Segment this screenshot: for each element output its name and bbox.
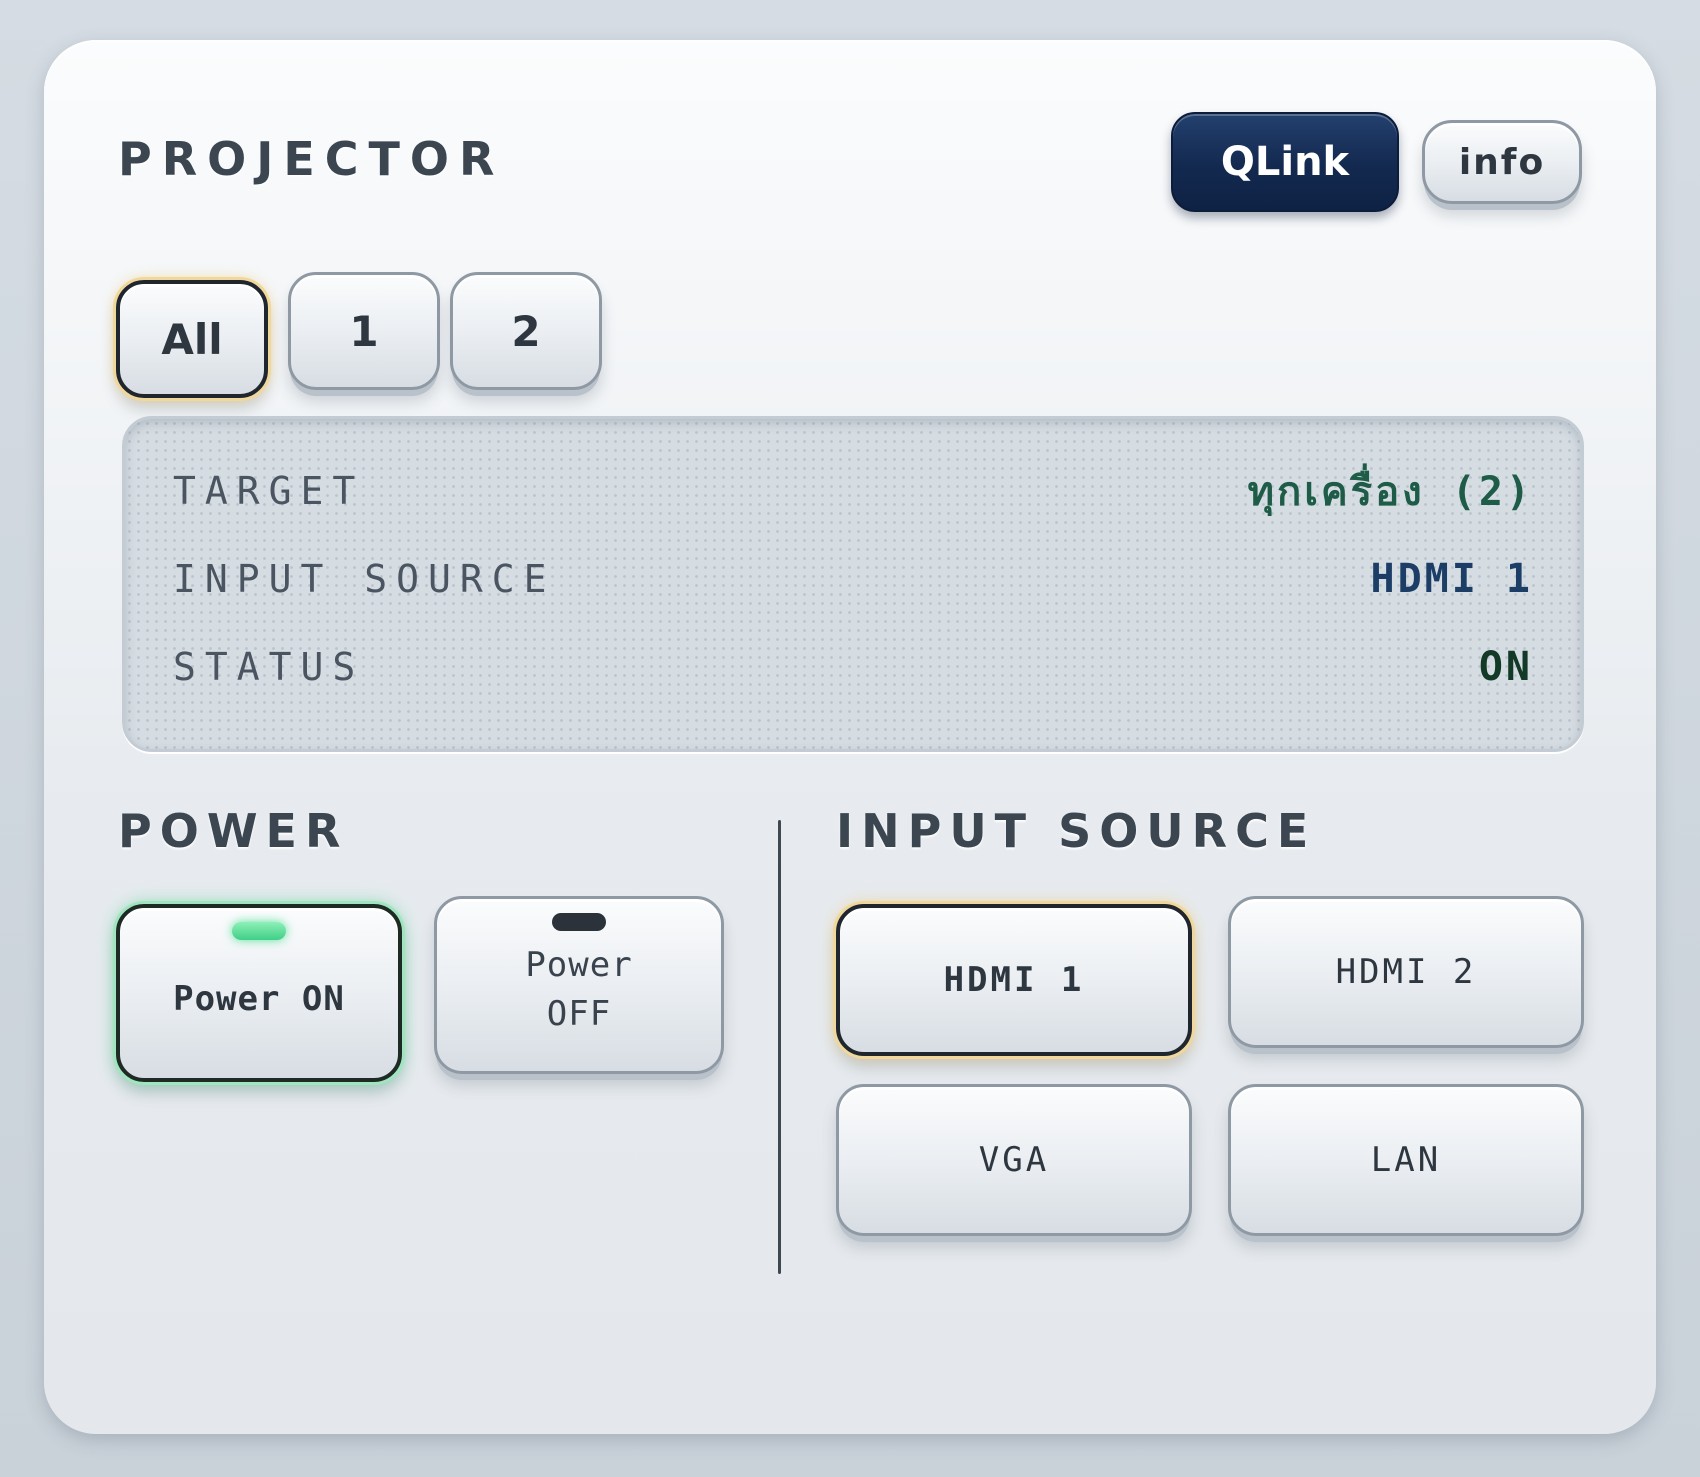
display-row-input-source: INPUT SOURCE HDMI 1: [173, 549, 1533, 609]
input-source-label: INPUT SOURCE: [173, 557, 556, 601]
display-row-target: TARGET ทุกเครื่อง (2): [173, 461, 1533, 521]
power-off-button[interactable]: Power OFF: [434, 896, 724, 1074]
power-on-label: Power ON: [173, 979, 345, 1020]
qlink-button[interactable]: QLink: [1171, 112, 1399, 212]
input-source-section-title: INPUT SOURCE: [836, 804, 1317, 858]
input-hdmi2-button[interactable]: HDMI 2: [1228, 896, 1584, 1048]
power-off-label-line1: Power: [525, 944, 633, 985]
input-hdmi1-button[interactable]: HDMI 1: [836, 904, 1192, 1056]
projector-panel: PROJECTOR QLink info All 1 2 TARGET ทุกเ…: [44, 40, 1656, 1434]
power-on-led-icon: [232, 922, 286, 940]
page-title: PROJECTOR: [118, 132, 505, 186]
tab-projector-1[interactable]: 1: [288, 272, 440, 390]
power-section-title: POWER: [118, 804, 349, 858]
status-display: TARGET ทุกเครื่อง (2) INPUT SOURCE HDMI …: [122, 416, 1584, 752]
input-lan-button[interactable]: LAN: [1228, 1084, 1584, 1236]
power-on-button[interactable]: Power ON: [116, 904, 402, 1082]
tab-projector-2[interactable]: 2: [450, 272, 602, 390]
power-off-label-line2: OFF: [546, 994, 612, 1034]
status-label: STATUS: [173, 645, 365, 689]
power-off-led-icon: [552, 913, 606, 931]
tab-all[interactable]: All: [116, 280, 268, 398]
info-button[interactable]: info: [1422, 120, 1582, 204]
section-divider: [778, 820, 781, 1274]
target-label: TARGET: [173, 469, 365, 513]
display-row-status: STATUS ON: [173, 637, 1533, 697]
input-source-value: HDMI 1: [1370, 556, 1533, 602]
input-vga-button[interactable]: VGA: [836, 1084, 1192, 1236]
status-value: ON: [1478, 644, 1533, 690]
target-value: ทุกเครื่อง (2): [1247, 469, 1533, 515]
